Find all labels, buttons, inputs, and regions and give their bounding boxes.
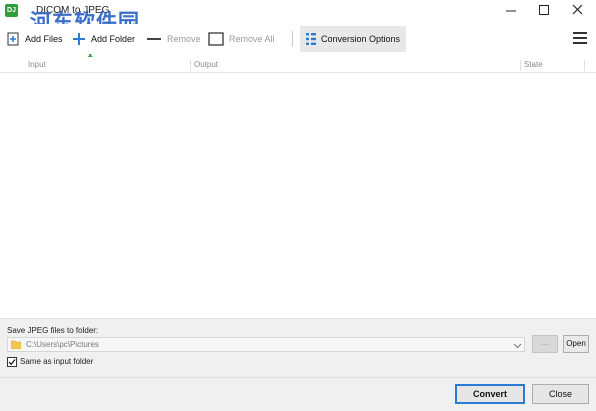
close-button[interactable]: Close xyxy=(532,384,589,404)
browse-button[interactable]: ... xyxy=(532,335,558,353)
output-folder-combobox[interactable]: C:\Users\pc\Pictures xyxy=(7,337,525,352)
footer-divider xyxy=(0,377,596,378)
column-divider[interactable] xyxy=(520,60,521,71)
maximize-icon xyxy=(539,5,549,15)
save-folder-label: Save JPEG files to folder: xyxy=(7,326,99,335)
toolbar-separator xyxy=(292,31,293,47)
add-files-label: Add Files xyxy=(25,34,63,44)
column-header-input[interactable]: Input xyxy=(28,60,46,69)
add-folder-button[interactable]: Add Folder xyxy=(72,24,135,54)
minimize-icon xyxy=(506,10,516,12)
chevron-down-icon[interactable] xyxy=(513,341,522,350)
maximize-button[interactable] xyxy=(529,0,559,22)
same-as-input-checkbox[interactable] xyxy=(7,357,17,367)
remove-all-button[interactable]: Remove All xyxy=(208,24,275,54)
close-icon xyxy=(572,4,583,15)
conversion-options-label: Conversion Options xyxy=(320,34,400,44)
app-icon: DJ xyxy=(5,4,18,17)
checkmark-icon xyxy=(8,359,16,366)
menu-button[interactable] xyxy=(572,30,588,46)
remove-button[interactable]: Remove xyxy=(146,24,201,54)
plus-icon xyxy=(73,33,85,45)
remove-all-label: Remove All xyxy=(229,34,275,44)
add-files-button[interactable]: Add Files xyxy=(6,24,63,54)
add-folder-label: Add Folder xyxy=(91,34,136,44)
same-as-input-label[interactable]: Same as input folder xyxy=(20,357,93,366)
minimize-button[interactable] xyxy=(496,0,526,22)
file-list[interactable] xyxy=(0,73,596,317)
output-panel: Save JPEG files to folder: C:\Users\pc\P… xyxy=(0,318,596,411)
folder-icon xyxy=(11,340,21,349)
output-folder-path: C:\Users\pc\Pictures xyxy=(26,340,99,349)
column-divider[interactable] xyxy=(190,60,191,71)
open-folder-button[interactable]: Open xyxy=(563,335,589,353)
hamburger-menu-icon xyxy=(573,32,587,44)
column-header-state[interactable]: State xyxy=(524,60,543,69)
column-divider[interactable] xyxy=(584,60,585,71)
list-settings-icon xyxy=(306,33,316,45)
convert-button[interactable]: Convert xyxy=(455,384,525,404)
conversion-options-button[interactable]: Conversion Options xyxy=(300,26,406,52)
column-header-output[interactable]: Output xyxy=(194,60,218,69)
toolbar: Add Files Add Folder Remove Remove All C… xyxy=(0,24,596,54)
remove-all-icon xyxy=(208,32,224,46)
file-list-header: Input Output State xyxy=(0,58,596,73)
close-window-button[interactable] xyxy=(563,0,593,22)
remove-label: Remove xyxy=(167,34,201,44)
minus-icon xyxy=(147,38,161,40)
add-files-icon xyxy=(7,32,19,46)
